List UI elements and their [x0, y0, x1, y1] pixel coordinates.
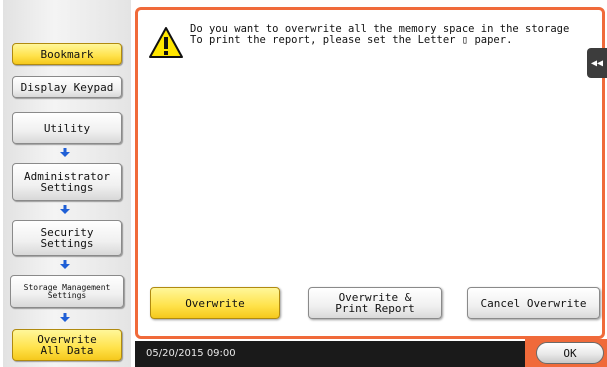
dialog-message: Do you want to overwrite all the memory …	[190, 23, 570, 46]
breadcrumb-administrator-settings-button[interactable]: Administrator Settings	[12, 163, 122, 201]
display-keypad-button[interactable]: Display Keypad	[12, 76, 122, 98]
collapse-panel-button[interactable]: ◀◀	[587, 48, 607, 78]
arrow-down-icon	[60, 313, 70, 322]
arrow-down-icon	[60, 205, 70, 214]
ok-button[interactable]: OK	[536, 342, 604, 364]
arrow-down-icon	[60, 148, 70, 157]
status-datetime: 05/20/2015 09:00	[146, 348, 236, 359]
cancel-overwrite-button[interactable]: Cancel Overwrite	[467, 287, 600, 319]
double-chevron-left-icon: ◀◀	[590, 57, 604, 69]
arrow-down-icon	[60, 260, 70, 269]
breadcrumb-security-settings-button[interactable]: Security Settings	[12, 220, 122, 256]
breadcrumb-overwrite-all-data-button[interactable]: Overwrite All Data	[12, 329, 122, 361]
warning-icon	[149, 27, 183, 58]
sidebar: Bookmark Display Keypad Utility Administ…	[0, 0, 135, 367]
bookmark-button[interactable]: Bookmark	[12, 43, 122, 65]
overwrite-print-report-button[interactable]: Overwrite & Print Report	[308, 287, 442, 319]
overwrite-button[interactable]: Overwrite	[150, 287, 280, 319]
breadcrumb-utility-button[interactable]: Utility	[12, 112, 122, 144]
breadcrumb-storage-management-settings-button[interactable]: Storage Management Settings	[10, 275, 124, 308]
